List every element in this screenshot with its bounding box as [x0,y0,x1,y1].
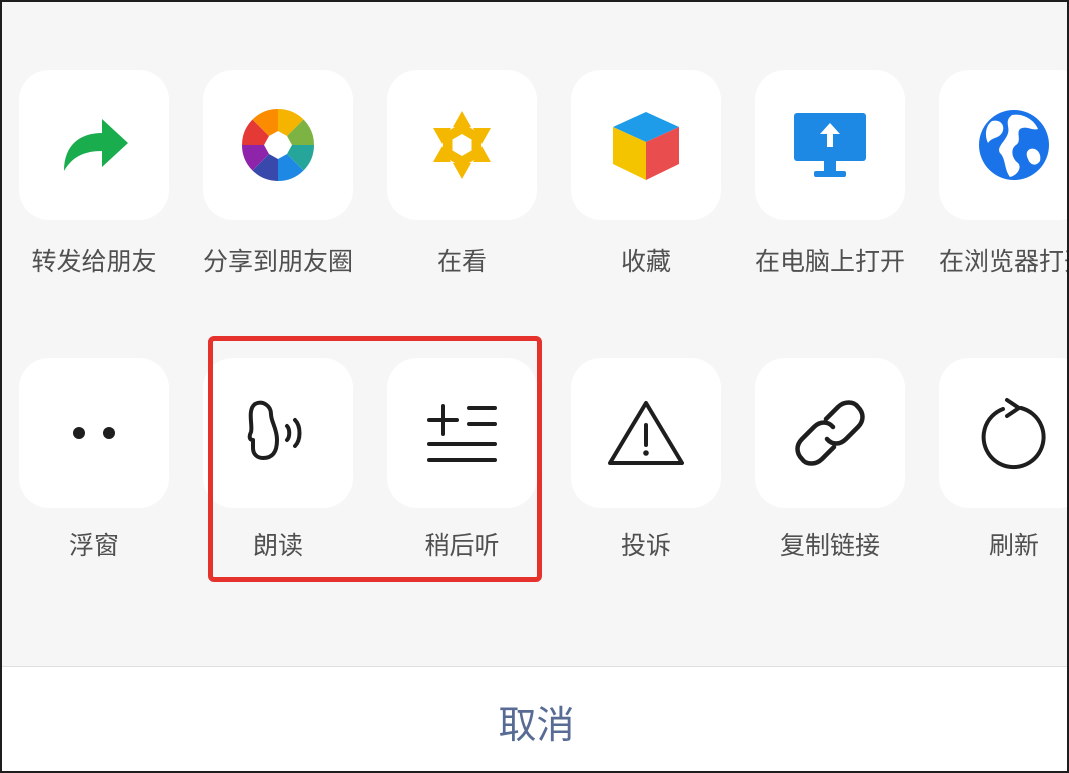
complain-tile[interactable] [571,358,721,508]
listen-later-icon [427,404,497,462]
read-aloud-tile[interactable] [203,358,353,508]
moments-tile[interactable] [203,70,353,220]
listen-later-label: 稍后听 [424,531,500,560]
globe-icon [979,110,1049,180]
monitor-upload-icon [794,113,866,177]
moments-label: 分享到朋友圈 [202,247,353,276]
top-stories-label: 在看 [436,247,487,276]
tool-actions-row: 浮窗 朗读 稍后听 投诉 复制链接 刷新 [2,358,1067,598]
share-action-sheet: 转发给朋友 分享到朋友圈 在看 收藏 在电脑上打开 在浏览器打 浮窗 朗读 稍后… [0,0,1069,773]
refresh-label: 刷新 [988,531,1039,560]
copy-link-label: 复制链接 [779,531,880,560]
listen-later-action[interactable]: 稍后听 [370,358,554,598]
favorites-cube-icon [613,112,679,180]
share-actions-row: 转发给朋友 分享到朋友圈 在看 收藏 在电脑上打开 在浏览器打 [2,70,1067,310]
refresh-tile[interactable] [939,358,1067,508]
float-window-tile[interactable] [19,358,169,508]
forward-label: 转发给朋友 [31,247,157,276]
link-icon [795,400,865,466]
float-window-action[interactable]: 浮窗 [2,358,186,598]
complain-label: 投诉 [620,531,671,560]
favorites-label: 收藏 [620,247,671,276]
share-to-moments-action[interactable]: 分享到朋友圈 [186,70,370,310]
forward-tile[interactable] [19,70,169,220]
open-on-pc-tile[interactable] [755,70,905,220]
favorites-action[interactable]: 收藏 [554,70,738,310]
listen-later-tile[interactable] [387,358,537,508]
open-in-browser-label: 在浏览器打开 [938,247,1067,276]
favorites-tile[interactable] [571,70,721,220]
open-in-browser-action[interactable]: 在浏览器打开 [922,70,1067,310]
read-aloud-action[interactable]: 朗读 [186,358,370,598]
open-on-pc-label: 在电脑上打开 [754,247,905,276]
complain-action[interactable]: 投诉 [554,358,738,598]
read-aloud-label: 朗读 [252,531,303,560]
top-stories-star-icon [433,111,491,179]
copy-link-action[interactable]: 复制链接 [738,358,922,598]
open-in-browser-tile[interactable] [939,70,1067,220]
top-stories-action[interactable]: 在看 [370,70,554,310]
warning-triangle-icon [608,401,684,465]
moments-aperture-icon [241,108,315,182]
forward-arrow-icon [64,119,128,171]
cancel-button[interactable]: 取消 [2,667,1067,771]
copy-link-tile[interactable] [755,358,905,508]
refresh-icon [981,398,1046,470]
forward-to-friend-action[interactable]: 转发给朋友 [2,70,186,310]
refresh-action[interactable]: 刷新 [922,358,1067,598]
float-window-dots-icon [73,427,115,439]
float-window-label: 浮窗 [68,531,119,560]
open-on-pc-action[interactable]: 在电脑上打开 [738,70,922,310]
read-aloud-icon [247,400,302,460]
top-stories-tile[interactable] [387,70,537,220]
